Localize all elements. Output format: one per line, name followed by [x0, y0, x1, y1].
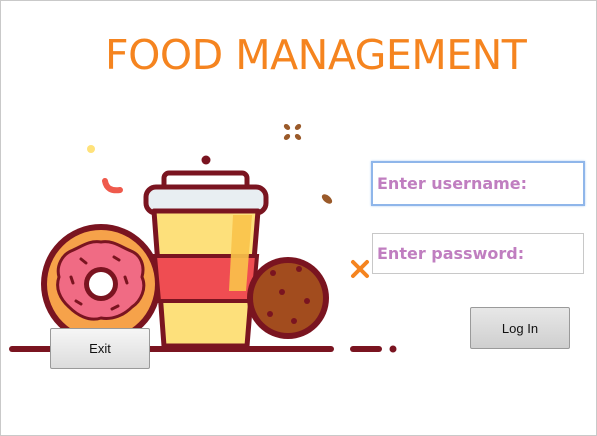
exit-button[interactable]: Exit — [50, 328, 150, 369]
username-field[interactable]: Enter username: — [371, 161, 585, 206]
app-window: FOOD MANAGEMENT Enter username: Enter pa… — [0, 0, 597, 436]
cookie-icon — [247, 257, 329, 339]
username-placeholder: Enter username: — [377, 174, 528, 193]
app-title: FOOD MANAGEMENT — [105, 31, 527, 79]
password-field[interactable]: Enter password: — [372, 233, 584, 274]
donut-icon — [41, 224, 161, 344]
password-placeholder: Enter password: — [377, 244, 525, 263]
login-button[interactable]: Log In — [470, 307, 570, 349]
coffee-cup-icon — [143, 170, 269, 349]
